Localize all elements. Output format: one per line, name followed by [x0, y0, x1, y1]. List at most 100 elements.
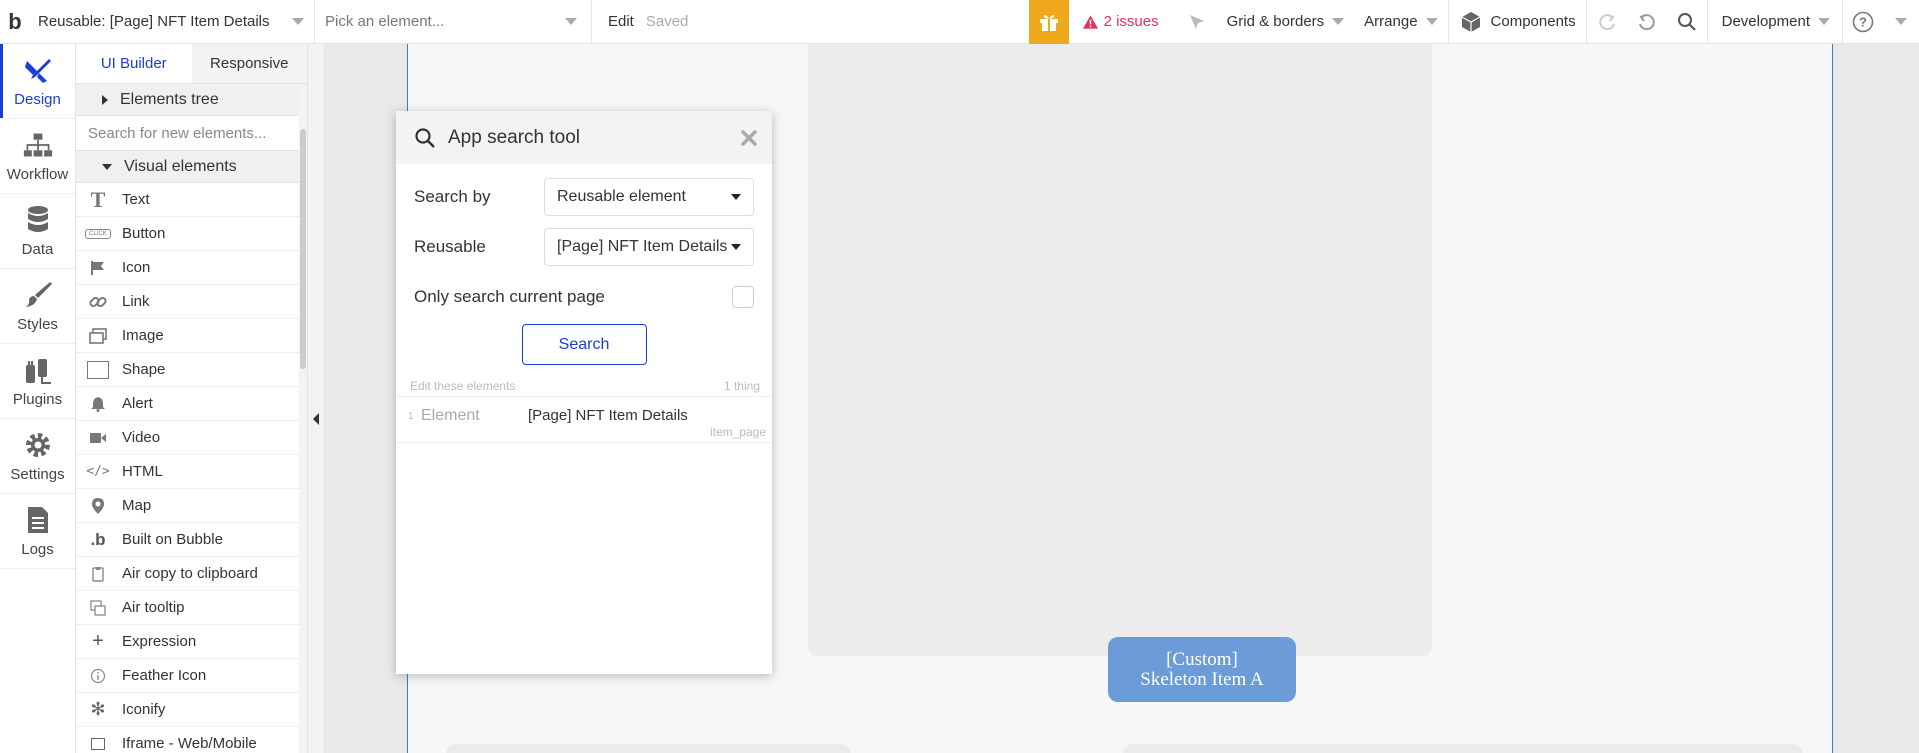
element-item-air-tooltip[interactable]: Air tooltip [76, 591, 307, 625]
element-search-input[interactable] [88, 124, 288, 142]
element-item-expression[interactable]: + Expression [76, 625, 307, 659]
arrange-menu[interactable]: Arrange [1354, 13, 1447, 30]
element-item-built-on-bubble[interactable]: .b Built on Bubble [76, 523, 307, 557]
element-item-air-copy[interactable]: Air copy to clipboard [76, 557, 307, 591]
components-label: Components [1490, 13, 1576, 30]
element-item-link[interactable]: Link [76, 285, 307, 319]
branch-selector[interactable]: Development [1708, 13, 1842, 30]
visual-elements-toggle[interactable]: Visual elements [76, 151, 307, 183]
element-item-image[interactable]: Image [76, 319, 307, 353]
issues-indicator[interactable]: 2 issues [1069, 13, 1177, 30]
reusable-row: Reusable [Page] NFT Item Details [396, 222, 772, 272]
collapse-panel-handle[interactable] [308, 44, 325, 753]
close-icon[interactable] [740, 129, 758, 147]
caret-right-icon [102, 94, 108, 105]
element-item-button[interactable]: CLICK Button [76, 217, 307, 251]
caret-left-icon [313, 412, 319, 425]
plug-icon [23, 355, 53, 385]
element-label: Video [122, 429, 161, 446]
nav-styles[interactable]: Styles [0, 269, 75, 344]
only-current-page-checkbox[interactable] [732, 286, 754, 308]
workflow-icon [23, 130, 53, 160]
gift-icon [1039, 14, 1058, 31]
gift-button[interactable] [1028, 0, 1069, 44]
custom-skeleton-item[interactable]: [Custom] Skeleton Item A [1108, 637, 1296, 702]
panel-scrollbar-thumb[interactable] [300, 129, 306, 369]
element-item-html[interactable]: </> HTML [76, 455, 307, 489]
edit-elements-link[interactable]: Edit these elements [410, 379, 515, 396]
panel-scrollbar[interactable] [299, 84, 307, 753]
custom-skeleton-label-1: [Custom] [1166, 648, 1238, 670]
app-search-tool: App search tool Search by Reusable eleme… [396, 111, 772, 674]
element-label: Alert [122, 395, 153, 412]
undo-icon [1598, 13, 1615, 30]
result-type: Element [421, 407, 480, 424]
chevron-down-icon [1332, 18, 1345, 25]
page-selector[interactable]: Reusable: [Page] NFT Item Details [30, 0, 315, 44]
edit-menu[interactable]: Edit [592, 13, 646, 30]
nav-label: Settings [10, 465, 65, 483]
element-item-map[interactable]: Map [76, 489, 307, 523]
chevron-down-icon [1425, 18, 1438, 25]
gear-icon [23, 430, 53, 460]
grid-borders-menu[interactable]: Grid & borders [1217, 13, 1355, 30]
selector-tool-button[interactable] [1177, 0, 1217, 44]
custom-skeleton-label-2: Skeleton Item A [1140, 668, 1264, 690]
design-icon [23, 55, 53, 85]
result-row[interactable]: 1 Element [Page] NFT Item Details item_p… [396, 397, 772, 443]
video-icon [82, 431, 114, 445]
visual-elements-label: Visual elements [124, 157, 237, 175]
nav-design[interactable]: Design [0, 44, 75, 119]
search-button[interactable]: Search [521, 324, 647, 365]
nav-logs[interactable]: Logs [0, 494, 75, 569]
map-pin-icon [82, 497, 114, 515]
element-label: Feather Icon [122, 667, 207, 684]
element-label: Shape [122, 361, 166, 378]
element-item-alert[interactable]: Alert [76, 387, 307, 421]
tab-ui-builder[interactable]: UI Builder [76, 44, 192, 83]
chevron-down-icon [731, 244, 741, 250]
element-item-text[interactable]: T Text [76, 183, 307, 217]
asterisk-icon: ✻ [90, 699, 106, 719]
nav-workflow[interactable]: Workflow [0, 119, 75, 194]
elements-panel: UI Builder Responsive Elements tree Visu… [76, 44, 308, 753]
account-menu[interactable] [1883, 0, 1919, 44]
undo-button[interactable] [1587, 0, 1627, 44]
element-item-shape[interactable]: Shape [76, 353, 307, 387]
nav-label: Logs [21, 540, 54, 558]
top-bar: b Reusable: [Page] NFT Item Details Pick… [0, 0, 1919, 44]
results-meta: Edit these elements 1 thing [396, 365, 772, 397]
search-by-select[interactable]: Reusable element [544, 178, 754, 216]
element-label: Button [122, 225, 166, 242]
nav-data[interactable]: Data [0, 194, 75, 269]
element-item-feather-icon[interactable]: Feather Icon [76, 659, 307, 693]
arrange-label: Arrange [1364, 13, 1418, 30]
element-picker[interactable]: Pick an element... [315, 0, 592, 44]
nav-settings[interactable]: Settings [0, 419, 75, 494]
left-nav-rail: Design Workflow Data Styles Plugins Sett… [0, 44, 76, 753]
element-item-video[interactable]: Video [76, 421, 307, 455]
group-container[interactable] [808, 44, 1432, 656]
help-button[interactable]: ? [1843, 0, 1883, 44]
elements-tree-toggle[interactable]: Elements tree [76, 84, 307, 116]
search-button[interactable] [1667, 0, 1707, 44]
flag-icon [82, 260, 114, 276]
branch-label: Development [1721, 13, 1810, 30]
redo-button[interactable] [1627, 0, 1667, 44]
reusable-select[interactable]: [Page] NFT Item Details [544, 228, 754, 266]
element-item-iframe[interactable]: Iframe - Web/Mobile [76, 727, 307, 753]
tab-responsive[interactable]: Responsive [191, 44, 307, 83]
brush-icon [23, 280, 53, 310]
element-item-icon[interactable]: Icon [76, 251, 307, 285]
nav-plugins[interactable]: Plugins [0, 344, 75, 419]
element-label: Iframe - Web/Mobile [122, 735, 257, 752]
element-item-iconify[interactable]: ✻ Iconify [76, 693, 307, 727]
bubble-logo[interactable]: b [0, 0, 30, 44]
group-container[interactable] [446, 744, 851, 753]
components-button[interactable]: Components [1449, 10, 1586, 34]
warning-icon [1082, 14, 1098, 29]
button-icon: CLICK [82, 228, 114, 239]
element-label: Link [122, 293, 150, 310]
shape-icon [82, 360, 114, 379]
group-container[interactable] [1123, 744, 1803, 753]
